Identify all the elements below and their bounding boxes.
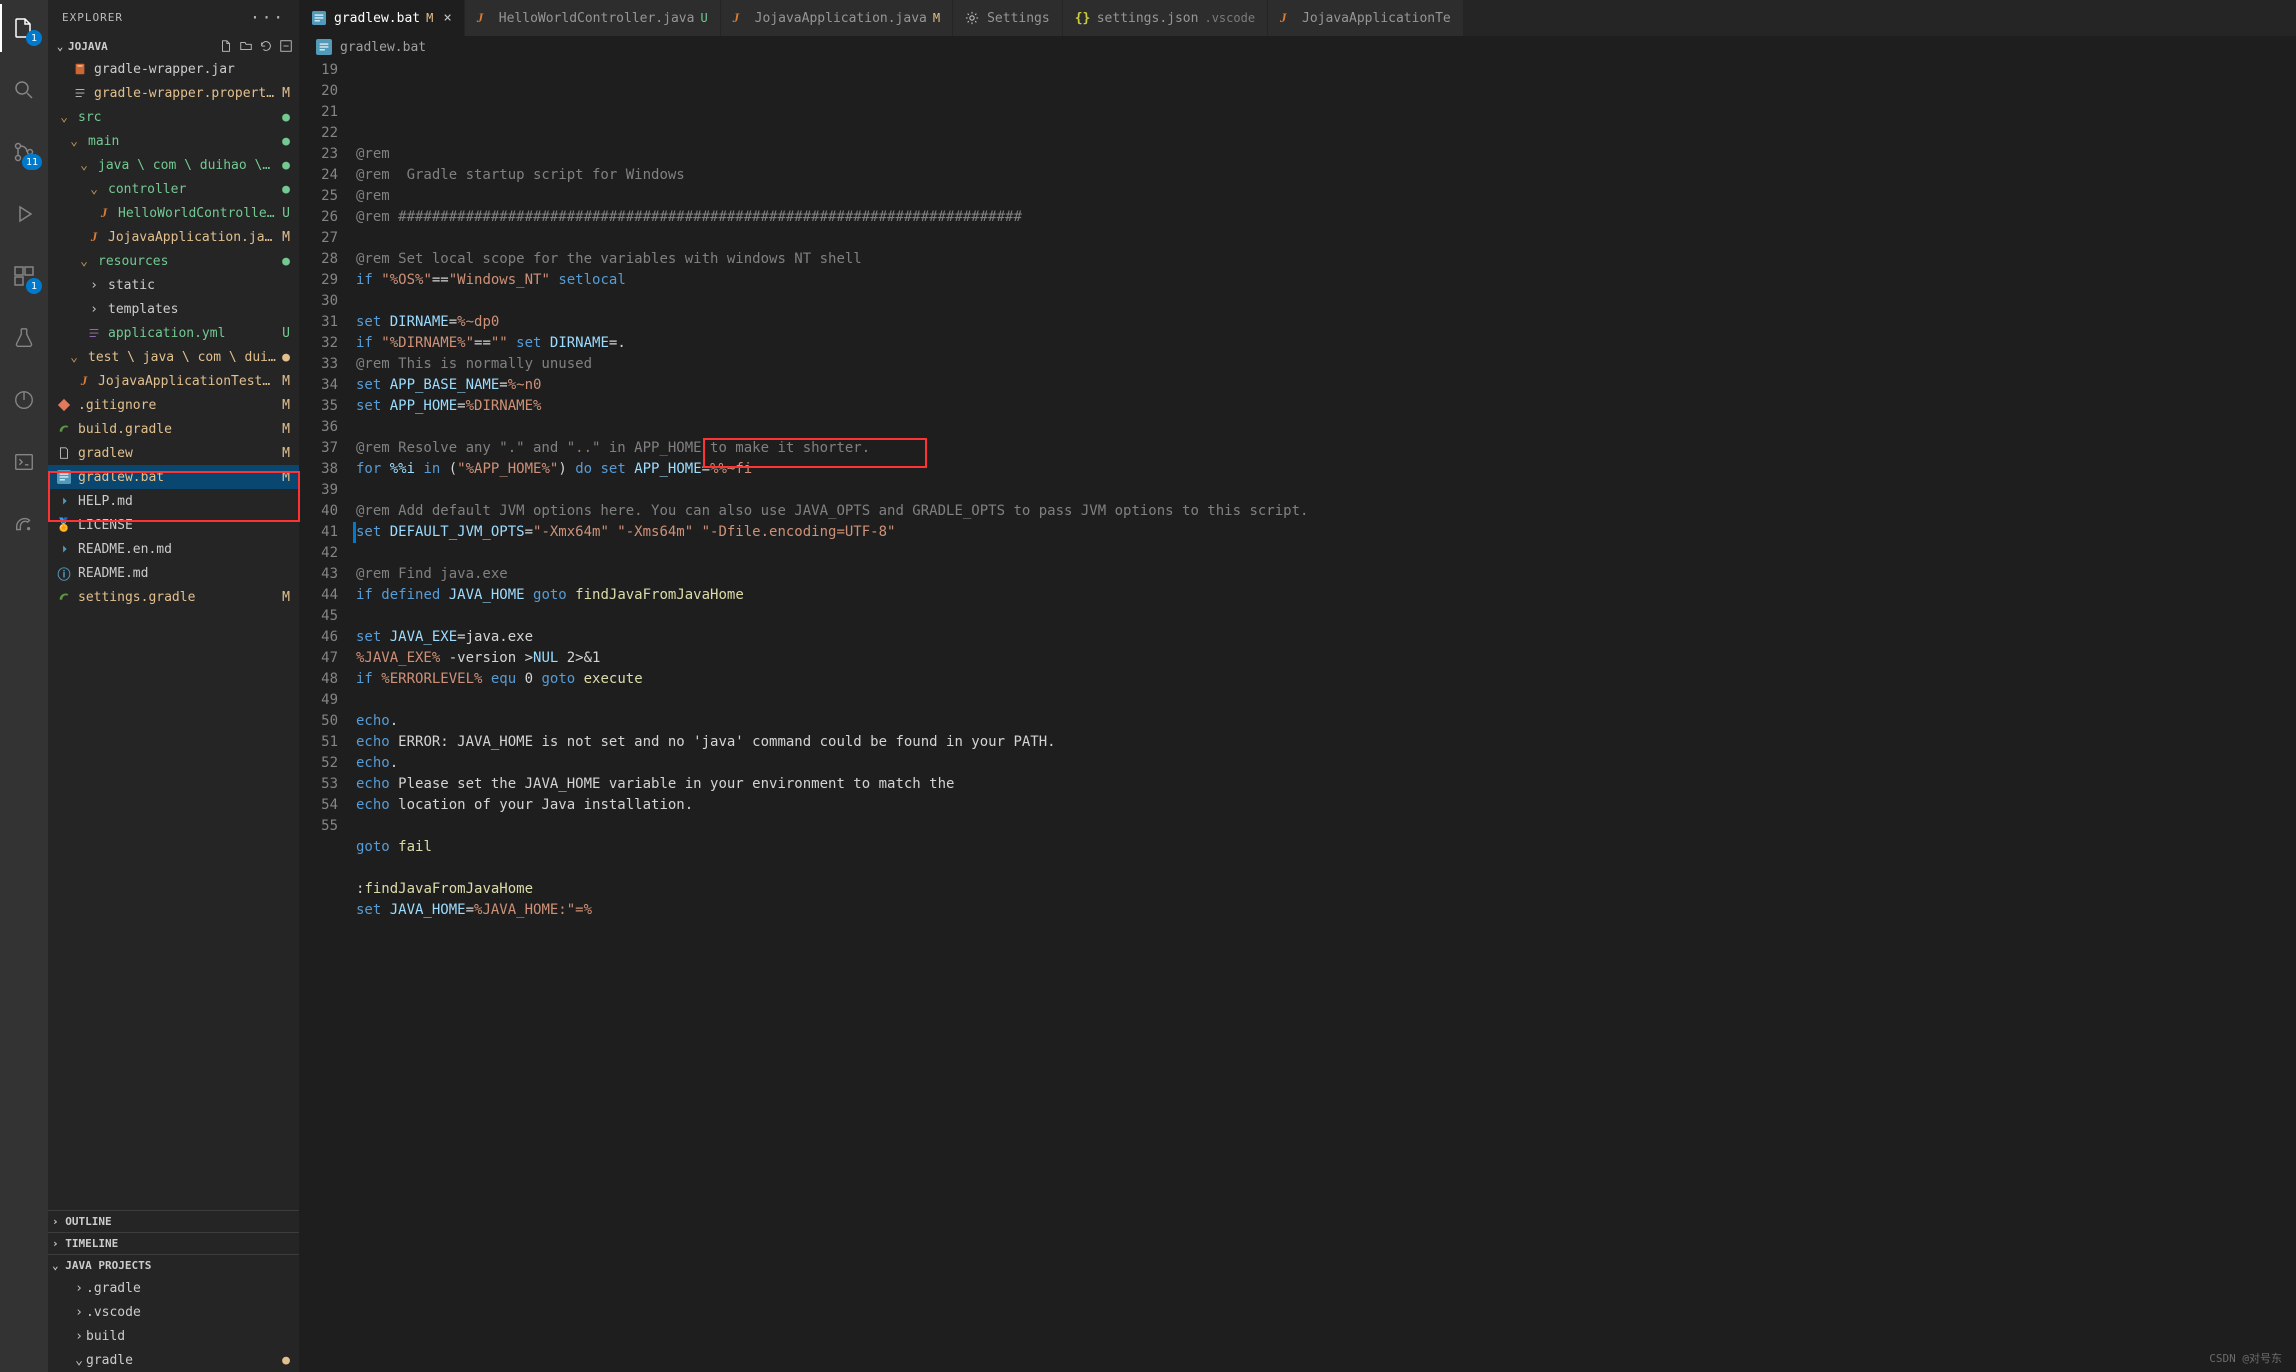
javaproj-item-gradle[interactable]: ⌄gradle (48, 1348, 299, 1372)
tree-item-application-yml[interactable]: application.ymlU (48, 321, 299, 345)
java-projects-tree: ›.gradle›.vscode›build⌄gradle (48, 1276, 299, 1372)
tree-item-gradle-wrapper-properties[interactable]: gradle-wrapper.propertiesM (48, 81, 299, 105)
scm-badge: 11 (22, 154, 42, 170)
file-tree: gradle-wrapper.jargradle-wrapper.propert… (48, 57, 299, 1210)
tree-item-settings-gradle[interactable]: settings.gradleM (48, 585, 299, 609)
breadcrumb-label: gradlew.bat (340, 40, 426, 55)
close-icon[interactable]: × (443, 10, 451, 26)
tree-item-java-com-duihao-joja-[interactable]: ⌄java \ com \ duihao \ joja... (48, 153, 299, 177)
javaproj-item-build[interactable]: ›build (48, 1324, 299, 1348)
collapse-icon[interactable] (279, 39, 293, 53)
tab-settings[interactable]: Settings (953, 0, 1063, 36)
code-editor[interactable]: @rem@rem Gradle startup script for Windo… (356, 58, 2296, 1372)
tree-item-readme-en-md[interactable]: README.en.md (48, 537, 299, 561)
activity-search-icon[interactable] (0, 66, 48, 114)
root-folder-label: JOJAVA (68, 40, 108, 53)
line-gutter: 1920212223242526272829303132333435363738… (300, 58, 356, 1372)
tree-item-static[interactable]: ›static (48, 273, 299, 297)
sidebar-header: EXPLORER ··· (48, 0, 299, 35)
tree-item-controller[interactable]: ⌄controller (48, 177, 299, 201)
activity-explorer-icon[interactable]: 1 (0, 4, 48, 52)
activity-debug-icon[interactable] (0, 190, 48, 238)
files-badge: 1 (26, 30, 42, 46)
tree-item-src[interactable]: ⌄src (48, 105, 299, 129)
chevron-down-icon: ⌄ (52, 40, 68, 53)
activity-power-icon[interactable] (0, 376, 48, 424)
panel-outline[interactable]: › OUTLINE (48, 1210, 299, 1232)
javaproj-item--gradle[interactable]: ›.gradle (48, 1276, 299, 1300)
activity-test-icon[interactable] (0, 314, 48, 362)
sidebar: EXPLORER ··· ⌄ JOJAVA gradle-wrapper.jar… (48, 0, 300, 1372)
tree-item-gradlew-bat[interactable]: gradlew.batM (48, 465, 299, 489)
tree-item-gradle-wrapper-jar[interactable]: gradle-wrapper.jar (48, 57, 299, 81)
ext-badge: 1 (26, 278, 42, 294)
watermark: CSDN @对号东 (2209, 1350, 2282, 1366)
breadcrumb[interactable]: gradlew.bat (300, 36, 2296, 58)
more-icon[interactable]: ··· (250, 8, 285, 27)
tree-item-helloworldcontroller-[interactable]: JHelloWorldController....U (48, 201, 299, 225)
activity-gradle-icon[interactable] (0, 500, 48, 548)
tree-item-help-md[interactable]: HELP.md (48, 489, 299, 513)
tree-item-resources[interactable]: ⌄resources (48, 249, 299, 273)
tab-helloworldcontroller-java[interactable]: JHelloWorldController.javaU (465, 0, 721, 36)
activity-scm-icon[interactable]: 11 (0, 128, 48, 176)
tree-item-build-gradle[interactable]: build.gradleM (48, 417, 299, 441)
tab-jojavaapplicationte[interactable]: JJojavaApplicationTe (1268, 0, 1464, 36)
tree-item-jojavaapplication-java[interactable]: JJojavaApplication.javaM (48, 225, 299, 249)
new-file-icon[interactable] (219, 39, 233, 53)
activity-terminal-icon[interactable] (0, 438, 48, 486)
tree-item-test-java-com-duihao-[interactable]: ⌄test \ java \ com \ duihao \ ... (48, 345, 299, 369)
activity-extensions-icon[interactable]: 1 (0, 252, 48, 300)
tree-item-readme-md[interactable]: ⓘREADME.md (48, 561, 299, 585)
tab-jojavaapplication-java[interactable]: JJojavaApplication.javaM (721, 0, 953, 36)
root-folder-header[interactable]: ⌄ JOJAVA (48, 35, 299, 57)
tree-item-gradlew[interactable]: gradlewM (48, 441, 299, 465)
new-folder-icon[interactable] (239, 39, 253, 53)
tab-gradlew-bat[interactable]: gradlew.batM× (300, 0, 465, 36)
refresh-icon[interactable] (259, 39, 273, 53)
panel-java-projects[interactable]: ⌄ JAVA PROJECTS (48, 1254, 299, 1276)
tree-item-license[interactable]: 🏅LICENSE (48, 513, 299, 537)
sidebar-title: EXPLORER (62, 11, 123, 24)
tree-item-jojavaapplicationtests-j-[interactable]: JJojavaApplicationTests.j...M (48, 369, 299, 393)
tree-item-main[interactable]: ⌄main (48, 129, 299, 153)
panel-timeline[interactable]: › TIMELINE (48, 1232, 299, 1254)
editor-area: gradlew.batM×JHelloWorldController.javaU… (300, 0, 2296, 1372)
javaproj-item--vscode[interactable]: ›.vscode (48, 1300, 299, 1324)
editor-tabs: gradlew.batM×JHelloWorldController.javaU… (300, 0, 2296, 36)
activity-bar: 1 11 1 (0, 0, 48, 1372)
tree-item-templates[interactable]: ›templates (48, 297, 299, 321)
bat-icon (316, 39, 332, 55)
tab-settings-json[interactable]: {}settings.json.vscode (1063, 0, 1268, 36)
tree-item--gitignore[interactable]: .gitignoreM (48, 393, 299, 417)
